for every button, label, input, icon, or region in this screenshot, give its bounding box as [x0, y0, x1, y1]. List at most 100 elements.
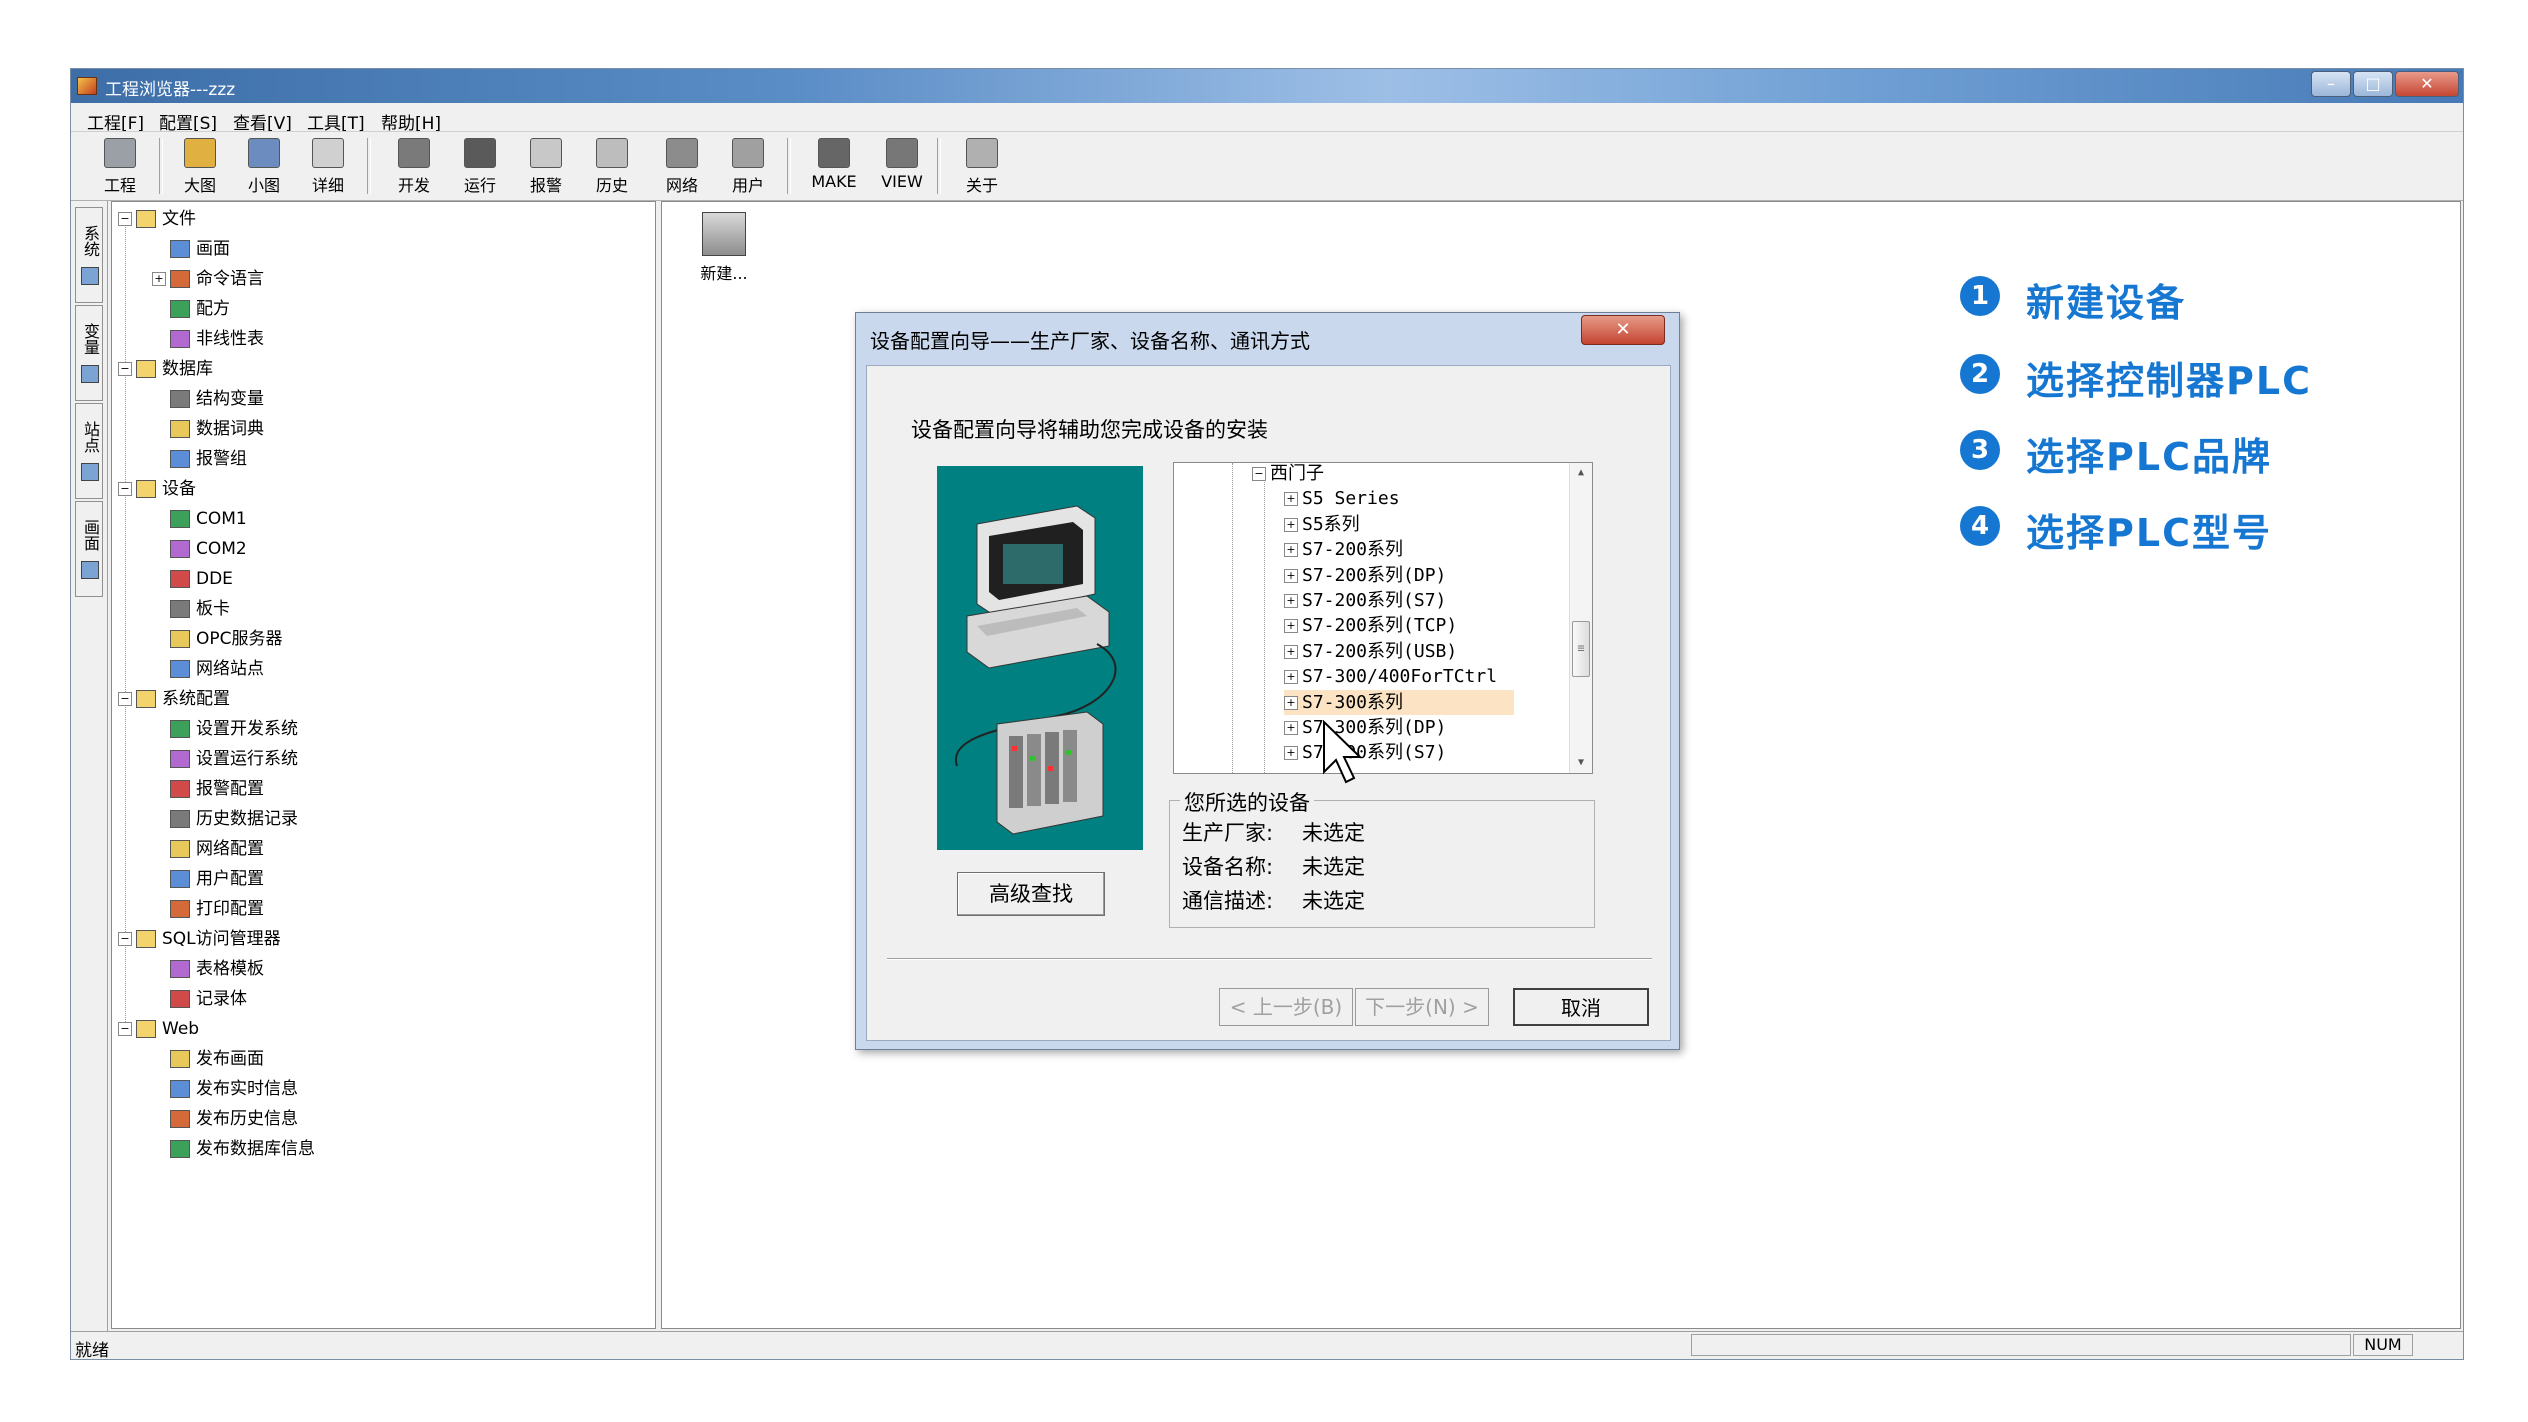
- vendor-tree-item[interactable]: + S7-200系列(S7): [1284, 588, 1446, 613]
- expand-icon[interactable]: +: [1284, 619, 1298, 634]
- toolbar-button-5[interactable]: 运行: [449, 136, 511, 196]
- tree-item[interactable]: 画面: [152, 236, 230, 262]
- close-window-button[interactable]: ✕: [2395, 71, 2459, 97]
- tree-item[interactable]: 表格模板: [152, 956, 264, 982]
- toolbar-button-2[interactable]: 小图: [233, 136, 295, 196]
- tree-item[interactable]: COM1: [152, 506, 247, 532]
- tab-variables[interactable]: 变量: [75, 305, 103, 401]
- vendor-tree-item[interactable]: + S5 Series: [1284, 486, 1400, 511]
- vendor-tree-item[interactable]: + S5系列: [1284, 512, 1360, 537]
- cancel-button[interactable]: 取消: [1513, 988, 1649, 1026]
- tree-item[interactable]: 历史数据记录: [152, 806, 298, 832]
- tree-item-label: 网络站点: [196, 659, 264, 679]
- scroll-down-arrow-icon[interactable]: ▼: [1570, 753, 1592, 773]
- dialog-close-button[interactable]: ✕: [1581, 315, 1665, 345]
- toolbar-button-1[interactable]: 大图: [169, 136, 231, 196]
- tree-item[interactable]: OPC服务器: [152, 626, 283, 652]
- collapse-icon[interactable]: −: [118, 1022, 132, 1036]
- step-3-text: 选择PLC品牌: [2026, 435, 2272, 479]
- tree-item[interactable]: 网络站点: [152, 656, 264, 682]
- tree-item[interactable]: − 系统配置: [118, 686, 230, 712]
- selection-row-device: 设备名称: 未选定: [1182, 851, 1365, 881]
- device-config-dialog: 设备配置向导——生产厂家、设备名称、通讯方式 ✕ 设备配置向导将辅助您完成设备的…: [855, 312, 1680, 1050]
- tree-item[interactable]: COM2: [152, 536, 247, 562]
- collapse-icon[interactable]: −: [1252, 467, 1266, 481]
- tree-item[interactable]: + 命令语言: [152, 266, 264, 292]
- toolbar-button-11[interactable]: VIEW: [871, 136, 933, 196]
- tree-item[interactable]: − Web: [118, 1016, 199, 1042]
- tree-item[interactable]: − 设备: [118, 476, 196, 502]
- tab-variables-label: 变量: [81, 323, 100, 356]
- tree-item[interactable]: 用户配置: [152, 866, 264, 892]
- toolbar-button-8[interactable]: 网络: [651, 136, 713, 196]
- tree-item[interactable]: 结构变量: [152, 386, 264, 412]
- toolbar-button-0[interactable]: 工程: [89, 136, 151, 196]
- expand-icon[interactable]: +: [152, 272, 166, 286]
- expand-icon[interactable]: +: [1284, 594, 1298, 608]
- collapse-icon[interactable]: −: [118, 212, 132, 226]
- expand-icon[interactable]: +: [1284, 568, 1298, 583]
- expand-icon[interactable]: +: [1284, 695, 1298, 710]
- tree-item[interactable]: 配方: [152, 296, 230, 322]
- tree-item[interactable]: − 文件: [118, 206, 196, 232]
- toolbar-button-12[interactable]: 关于: [951, 136, 1013, 196]
- tree-item[interactable]: 打印配置: [152, 896, 264, 922]
- vendor-tree-item[interactable]: + S7-200系列(USB): [1284, 639, 1457, 664]
- expand-icon[interactable]: +: [1284, 543, 1298, 558]
- expand-icon[interactable]: +: [1284, 517, 1298, 532]
- minimize-button[interactable]: –: [2311, 71, 2351, 97]
- tree-item[interactable]: 设置运行系统: [152, 746, 298, 772]
- toolbar-button-6[interactable]: 报警: [515, 136, 577, 196]
- scroll-thumb[interactable]: ≡: [1572, 621, 1590, 677]
- collapse-icon[interactable]: −: [118, 362, 132, 376]
- tree-item[interactable]: 发布历史信息: [152, 1106, 298, 1132]
- advanced-search-button[interactable]: 高级查找: [957, 872, 1105, 916]
- collapse-icon[interactable]: −: [118, 932, 132, 946]
- toolbar-button-9[interactable]: 用户: [717, 136, 779, 196]
- expand-icon[interactable]: +: [1284, 492, 1298, 507]
- tree-item[interactable]: − SQL访问管理器: [118, 926, 281, 952]
- tree-item[interactable]: 报警配置: [152, 776, 264, 802]
- tree-item[interactable]: 设置开发系统: [152, 716, 298, 742]
- vendor-tree-item-selected[interactable]: + S7-300系列: [1284, 689, 1514, 715]
- expand-icon[interactable]: +: [1284, 721, 1298, 735]
- toolbar-button-3[interactable]: 详细: [297, 136, 359, 196]
- expand-icon[interactable]: +: [1284, 670, 1298, 685]
- tree-node-icon: [170, 300, 190, 318]
- next-button[interactable]: 下一步(N) >: [1355, 988, 1489, 1026]
- vendor-tree-scrollbar[interactable]: ▲ ≡ ▼: [1569, 463, 1592, 773]
- tree-item[interactable]: 板卡: [152, 596, 230, 622]
- tree-item[interactable]: DDE: [152, 566, 233, 592]
- collapse-icon[interactable]: −: [118, 482, 132, 496]
- maximize-button[interactable]: □: [2353, 71, 2393, 97]
- vendor-tree-item[interactable]: + S7-200系列(TCP): [1284, 613, 1457, 638]
- tab-screens[interactable]: 画面: [75, 501, 103, 597]
- toolbar-button-10[interactable]: MAKE: [803, 136, 865, 196]
- vendor-tree-item[interactable]: + S7-300/400ForTCtrl: [1284, 664, 1497, 689]
- expand-icon[interactable]: +: [1284, 644, 1298, 659]
- tab-stations[interactable]: 站点: [75, 403, 103, 499]
- tab-system[interactable]: 系统: [75, 207, 103, 303]
- tree-item[interactable]: 发布画面: [152, 1046, 264, 1072]
- vendor-device-tree[interactable]: − 西门子 + S5 Series + S5系列 + S7-200系列 + S7-200系列(DP…: [1173, 462, 1593, 774]
- vendor-tree-item[interactable]: + S7-200系列: [1284, 537, 1403, 562]
- tree-item[interactable]: 报警组: [152, 446, 247, 472]
- prev-button[interactable]: < 上一步(B): [1219, 988, 1353, 1026]
- tree-item[interactable]: 非线性表: [152, 326, 264, 352]
- comm-key: 通信描述:: [1182, 889, 1274, 913]
- tree-item[interactable]: 发布实时信息: [152, 1076, 298, 1102]
- toolbar-button-4[interactable]: 开发: [383, 136, 445, 196]
- scroll-up-arrow-icon[interactable]: ▲: [1570, 463, 1592, 483]
- vendor-tree-item[interactable]: − 西门子: [1252, 463, 1324, 486]
- new-device-item[interactable]: 新建...: [684, 212, 764, 284]
- toolbar-button-7[interactable]: 历史: [581, 136, 643, 196]
- collapse-icon[interactable]: −: [118, 692, 132, 706]
- tree-item[interactable]: 记录体: [152, 986, 247, 1012]
- vendor-tree-item[interactable]: + S7-200系列(DP): [1284, 563, 1446, 588]
- tree-item[interactable]: 发布数据库信息: [152, 1136, 315, 1162]
- tree-item[interactable]: − 数据库: [118, 356, 213, 382]
- expand-icon[interactable]: +: [1284, 746, 1298, 761]
- tree-item[interactable]: 数据词典: [152, 416, 264, 442]
- tree-item[interactable]: 网络配置: [152, 836, 264, 862]
- tree-item-label: COM1: [196, 509, 247, 529]
